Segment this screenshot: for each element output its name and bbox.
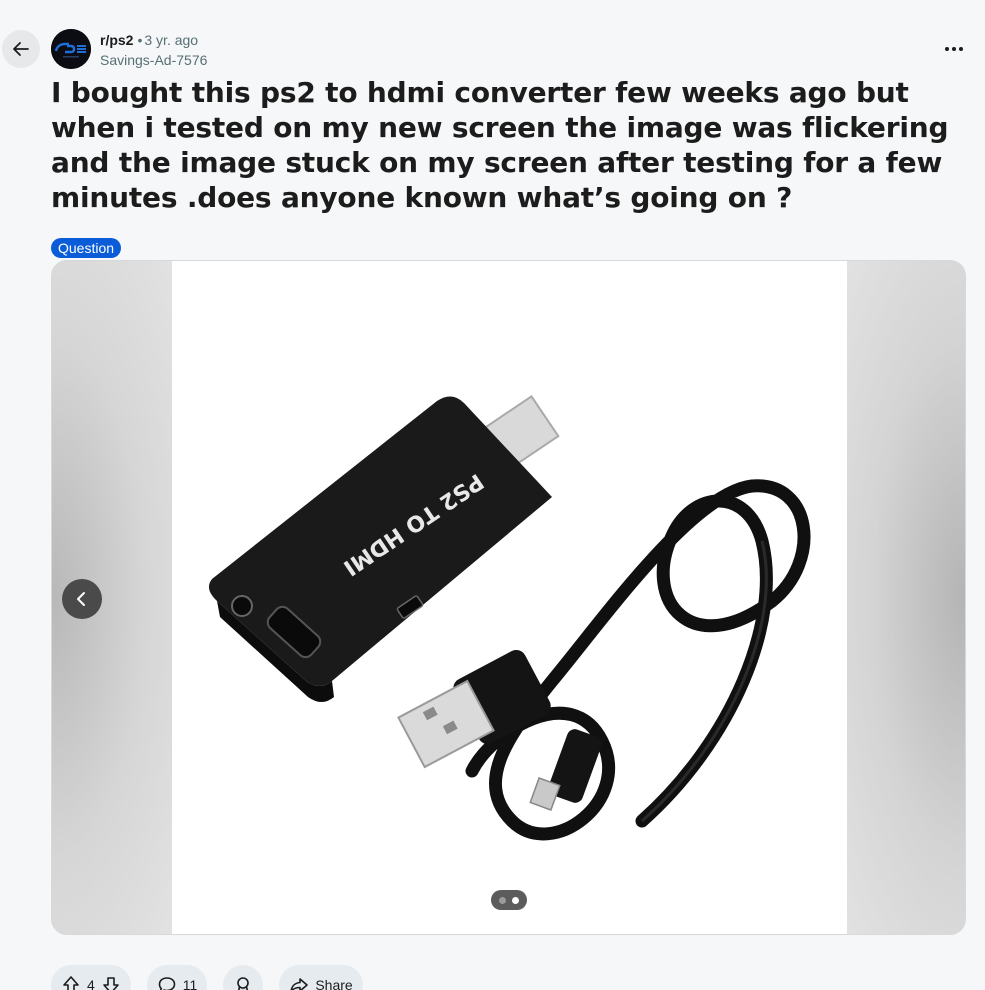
gallery-blur-right — [845, 261, 965, 934]
post-meta: r/ps2 • 3 yr. ago Savings-Ad-7576 — [100, 31, 207, 70]
gallery-pagination — [491, 890, 527, 910]
more-options-button[interactable] — [941, 36, 967, 62]
arrow-down-icon — [102, 977, 119, 990]
ps2-logo-icon — [51, 29, 91, 69]
post-actions: 4 11 Share — [51, 965, 363, 990]
meta-separator: • — [137, 32, 143, 48]
back-button[interactable] — [2, 30, 40, 68]
downvote-button[interactable] — [101, 975, 121, 990]
award-icon — [237, 977, 250, 990]
comment-count: 11 — [182, 977, 198, 990]
author-link[interactable]: Savings-Ad-7576 — [100, 51, 207, 70]
arrow-left-icon — [13, 42, 29, 56]
gallery-dot-2[interactable] — [512, 896, 519, 904]
vote-pill: 4 — [51, 965, 131, 990]
post-title: I bought this ps2 to hdmi converter few … — [51, 76, 949, 214]
award-button[interactable] — [223, 965, 264, 990]
image-gallery[interactable]: PS2 TO HDMI — [51, 260, 966, 935]
chevron-left-icon — [77, 592, 85, 606]
usb-a-plug — [397, 649, 551, 769]
post-flair[interactable]: Question — [51, 238, 122, 258]
share-label: Share — [315, 977, 353, 990]
mini-usb-plug — [529, 729, 602, 811]
comments-button[interactable]: 11 — [146, 965, 208, 990]
upvote-button[interactable] — [61, 975, 81, 990]
share-arrow-icon — [290, 978, 309, 990]
post-age: 3 yr. ago — [144, 32, 199, 48]
gallery-image[interactable]: PS2 TO HDMI — [172, 261, 847, 934]
vote-count: 4 — [87, 977, 95, 990]
gallery-dot-1[interactable] — [499, 896, 506, 904]
gallery-prev-button[interactable] — [62, 579, 102, 619]
subreddit-avatar[interactable] — [51, 29, 91, 69]
subreddit-link[interactable]: r/ps2 — [100, 32, 133, 48]
converter-product-image: PS2 TO HDMI — [208, 394, 811, 841]
ellipsis-icon — [945, 47, 963, 51]
arrow-up-icon — [63, 976, 79, 990]
share-button[interactable]: Share — [279, 965, 363, 990]
speech-bubble-icon — [158, 977, 176, 990]
